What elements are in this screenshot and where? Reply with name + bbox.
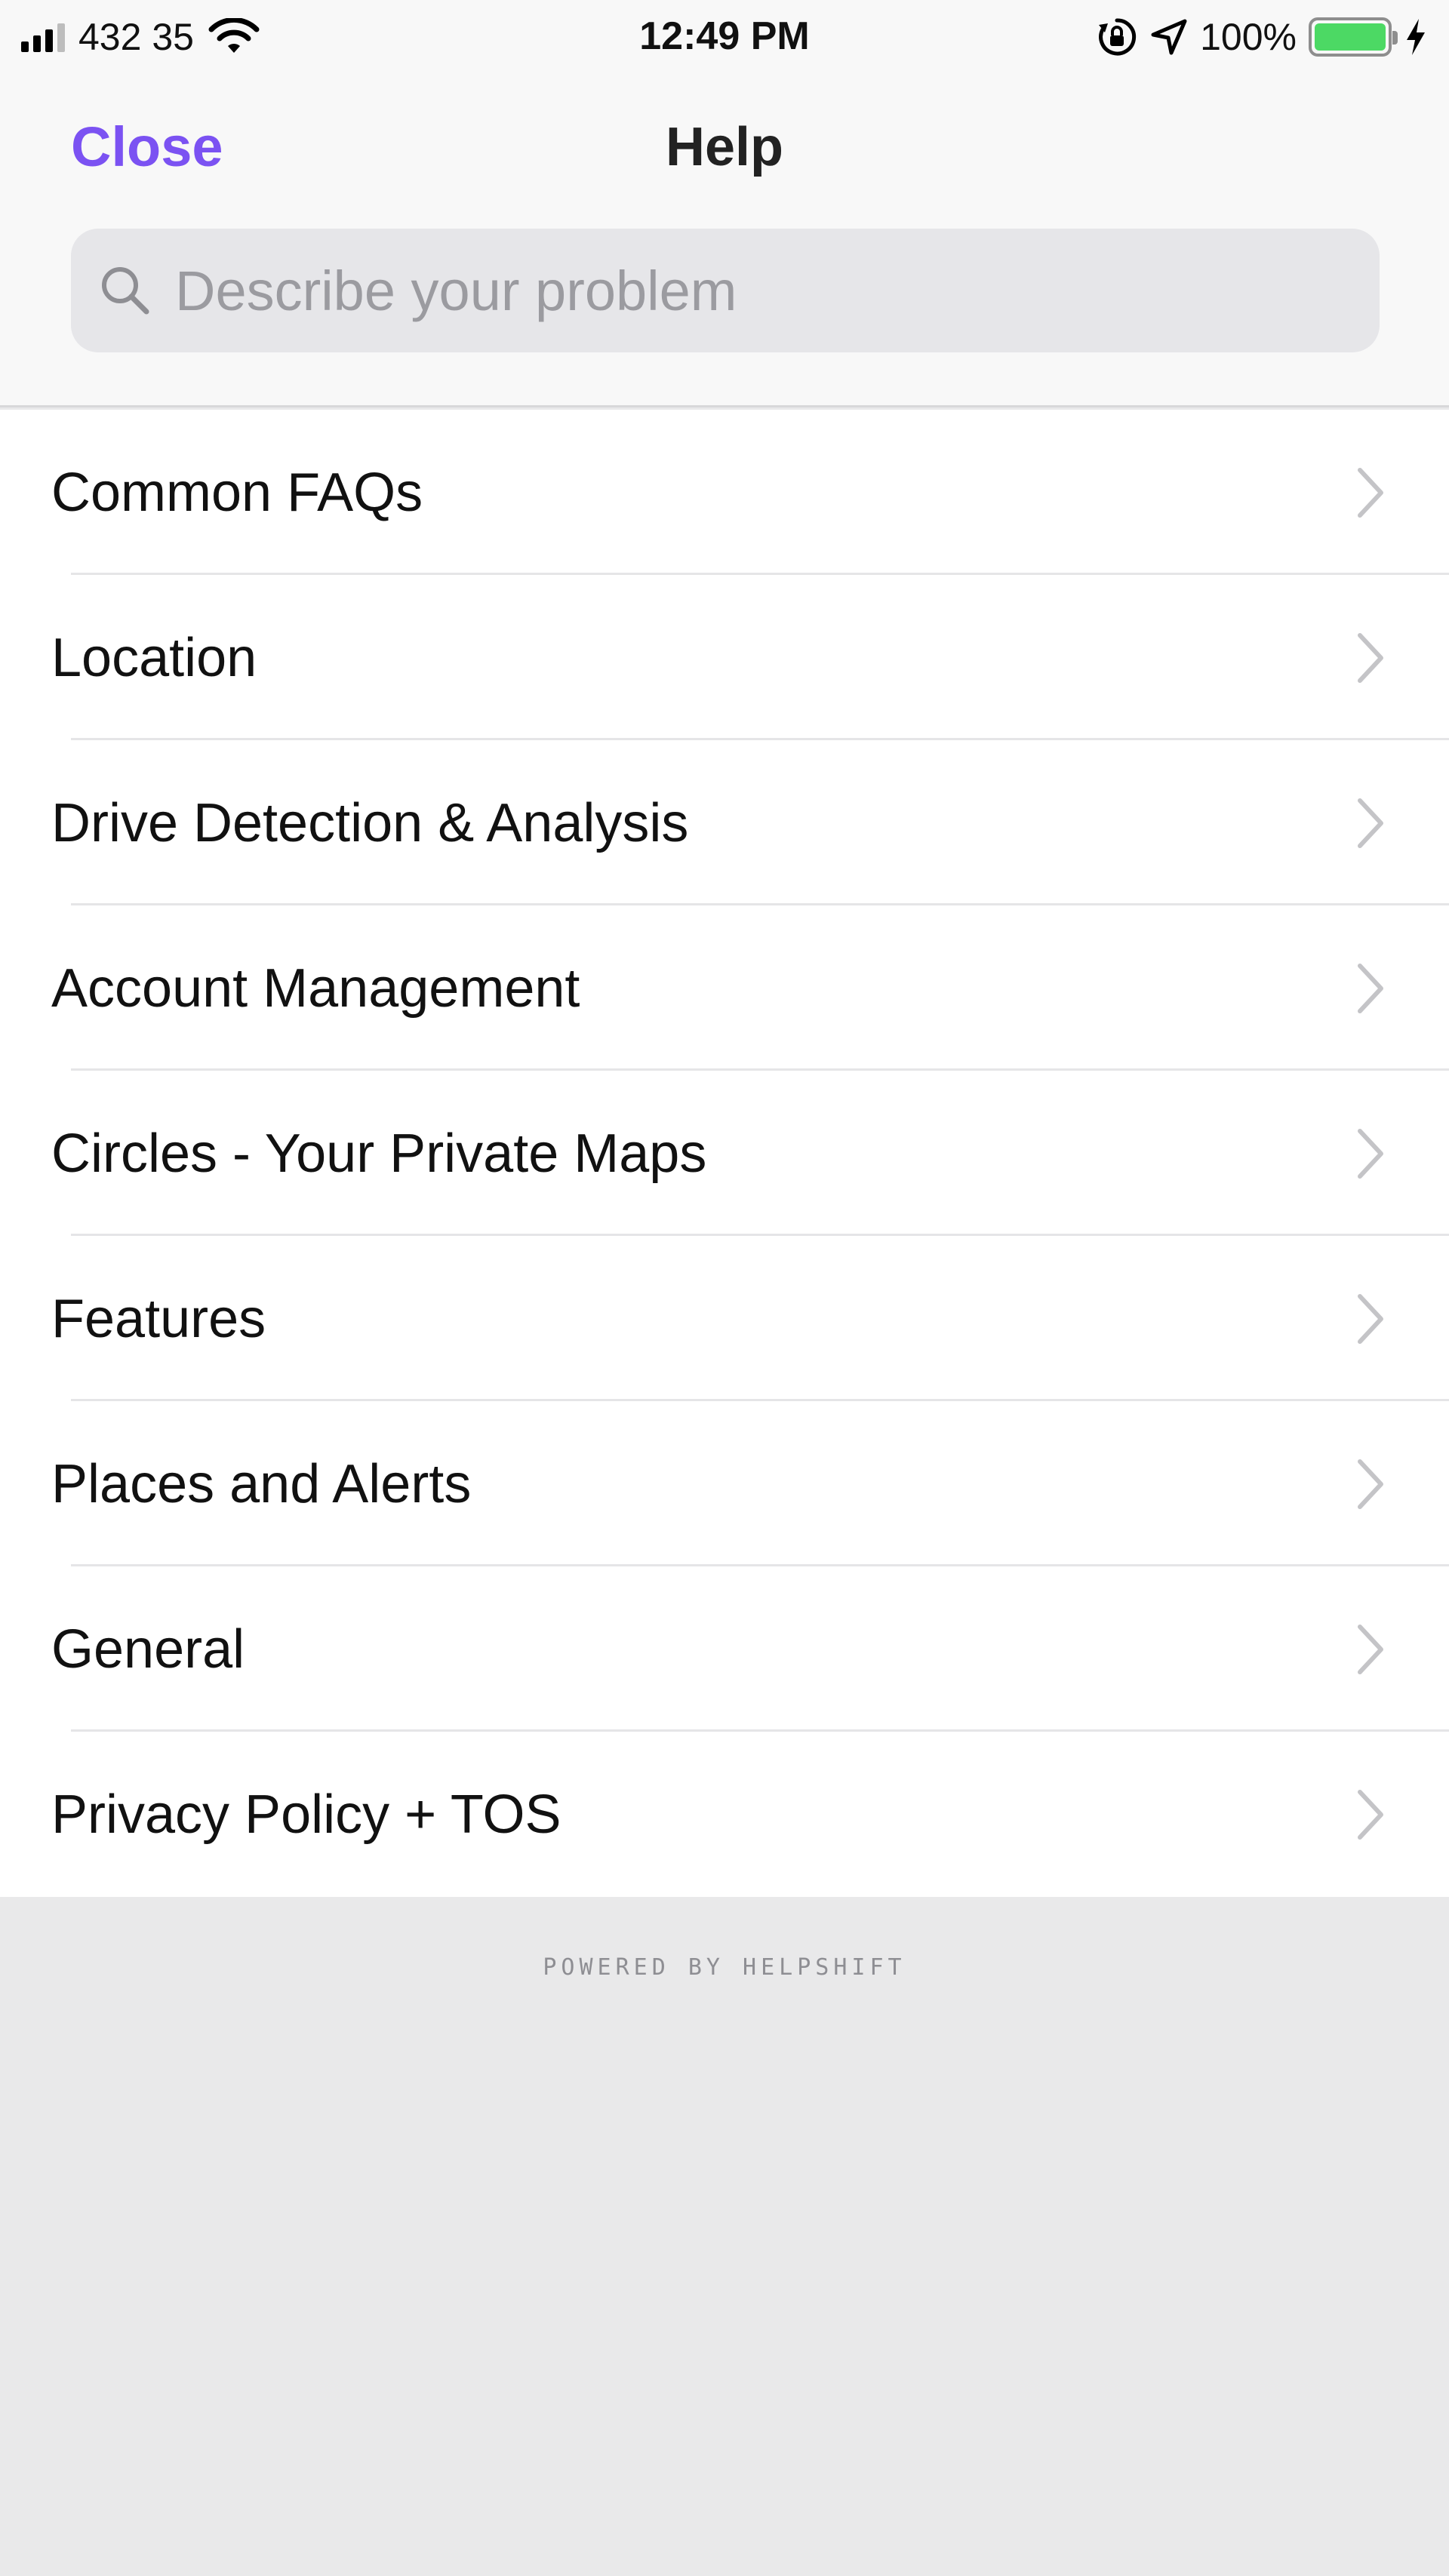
search-input[interactable] [174,257,1380,324]
chevron-right-icon [1358,468,1383,518]
list-item[interactable]: Drive Detection & Analysis [0,740,1449,905]
chevron-right-icon [1358,964,1383,1013]
list-item[interactable]: Privacy Policy + TOS [0,1732,1449,1897]
list-item[interactable]: General [0,1566,1449,1732]
chevron-right-icon [1358,798,1383,848]
list-item-label: Location [51,627,257,688]
battery-icon [1309,17,1398,57]
chevron-right-icon [1358,1129,1383,1179]
status-bar: 432 35 12:49 PM 100% [0,0,1449,75]
powered-by-label: POWERED BY HELPSHIFT [543,1954,906,1981]
list-item-label: General [51,1618,245,1680]
list-item[interactable]: Location [0,575,1449,740]
list-item-label: Features [51,1288,266,1349]
chevron-right-icon [1358,1790,1383,1840]
search-icon [102,267,149,315]
list-item-label: Drive Detection & Analysis [51,792,689,853]
help-screen: 432 35 12:49 PM 100% Close Help Describe… [0,0,1449,2576]
faq-category-list: Common FAQs Location Drive Detection & A… [0,410,1449,1897]
charging-bolt-icon [1407,19,1425,55]
list-item[interactable]: Circles - Your Private Maps [0,1071,1449,1236]
list-item-label: Account Management [51,958,580,1019]
battery-percent: 100% [1200,16,1297,58]
list-item[interactable]: Common FAQs [0,410,1449,575]
rotation-lock-icon [1099,18,1137,56]
nav-bar: Close Help [0,98,1449,196]
header-area: 432 35 12:49 PM 100% Close Help Describe… [0,0,1449,407]
status-right: 100% [1096,11,1428,63]
list-item-label: Privacy Policy + TOS [51,1784,561,1845]
list-item-label: Circles - Your Private Maps [51,1123,707,1184]
chevron-right-icon [1358,633,1383,683]
chevron-right-icon [1358,1294,1383,1344]
page-title: Help [665,117,784,177]
chevron-right-icon [1358,1625,1383,1674]
search-bar[interactable] [71,229,1380,352]
list-item[interactable]: Account Management [0,905,1449,1071]
list-item-label: Places and Alerts [51,1453,472,1514]
list-item-label: Common FAQs [51,462,423,523]
chevron-right-icon [1358,1459,1383,1509]
list-item[interactable]: Features [0,1236,1449,1401]
location-arrow-icon [1151,19,1187,55]
list-item[interactable]: Places and Alerts [0,1401,1449,1566]
